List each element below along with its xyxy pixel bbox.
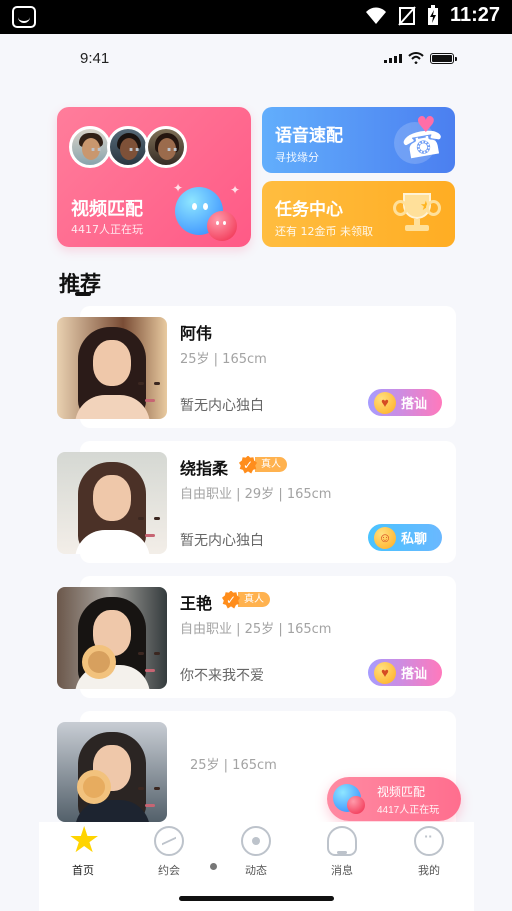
profile-photo[interactable]	[57, 587, 167, 689]
profile-name[interactable]: 王艳	[180, 590, 212, 614]
scroll-dot	[210, 863, 217, 870]
profile-bio: 暂无内心独白	[180, 398, 264, 414]
sparkle-icon: ✦	[173, 181, 184, 195]
floating-match-title: 视频匹配	[377, 785, 426, 799]
kiss-emoji-icon: ♥	[374, 391, 396, 414]
video-match-card[interactable]: 视频匹配 4417人正在玩 ✦ ✦	[57, 107, 251, 247]
tab-moments-label: 动态	[245, 864, 267, 877]
private-chat-button[interactable]: ☺ 私聊	[368, 524, 442, 551]
video-match-subtitle: 4417人正在玩	[71, 223, 143, 236]
task-center-title: 任务中心	[275, 200, 343, 220]
task-center-subtitle: 还有 12金币 未领取	[275, 225, 373, 238]
private-chat-label: 私聊	[401, 531, 428, 546]
star-home-icon: ★	[68, 820, 101, 861]
android-status-bar: 11:27	[0, 0, 512, 34]
profile-meta: 自由职业 | 29岁 | 165cm	[180, 487, 332, 502]
greet-button-label: 搭讪	[401, 666, 428, 681]
android-status-icons: 11:27	[364, 4, 500, 27]
ios-status-icons	[384, 52, 457, 64]
trophy-icon: ★	[393, 193, 441, 231]
verified-label: 真人	[238, 592, 270, 607]
home-indicator[interactable]	[179, 896, 334, 901]
profile-name[interactable]: 阿伟	[180, 320, 212, 344]
profile-bio: 暂无内心独白	[180, 533, 264, 549]
profile-photo[interactable]	[57, 317, 167, 419]
greet-button[interactable]: ♥ 搭讪	[368, 659, 442, 686]
tab-profile[interactable]: 我的	[394, 826, 464, 880]
kiss-emoji-icon: ♥	[374, 661, 396, 684]
profile-name[interactable]: 绕指柔	[180, 455, 228, 479]
sparkle-icon: ✦	[230, 183, 241, 197]
tab-messages-label: 消息	[331, 864, 353, 877]
profile-bio: 你不来我不爱	[180, 668, 264, 684]
profile-meta: 25岁 | 165cm	[180, 352, 267, 367]
floating-match-subtitle: 4417人正在玩	[377, 805, 440, 816]
tab-messages[interactable]: 消息	[307, 826, 377, 880]
greet-button-label: 搭讪	[401, 396, 428, 411]
ios-status-bar: 9:41	[0, 34, 512, 84]
voice-match-card[interactable]: 语音速配 寻找缘分 ♥	[262, 107, 455, 173]
bell-icon	[327, 826, 357, 856]
wifi-icon	[365, 7, 386, 24]
active-user-avatars	[69, 126, 187, 168]
smile-emoji-icon: ☺	[374, 526, 396, 549]
ios-wifi-icon	[408, 52, 424, 64]
tab-dating-label: 约会	[158, 864, 180, 877]
profile-photo[interactable]	[57, 722, 167, 822]
task-center-card[interactable]: 任务中心 还有 12金币 未领取 ★	[262, 181, 455, 247]
tab-home-label: 首页	[72, 864, 94, 877]
avatar	[69, 126, 111, 168]
profile-meta: 自由职业 | 25岁 | 165cm	[180, 622, 332, 637]
profile-meta: 25岁 | 165cm	[190, 758, 277, 773]
verified-label: 真人	[255, 457, 287, 472]
food-icon	[77, 770, 111, 804]
voice-match-title: 语音速配	[275, 126, 343, 146]
verified-badge: ✓ 真人	[222, 590, 270, 609]
tab-dating[interactable]: 约会	[134, 826, 204, 880]
battery-charging-icon	[427, 4, 438, 25]
donut-icon	[82, 645, 116, 679]
tab-profile-label: 我的	[418, 864, 440, 877]
ios-battery-icon	[430, 52, 457, 64]
tab-home[interactable]: ★ 首页	[48, 820, 118, 880]
section-title-underline	[75, 292, 91, 296]
avatar	[107, 126, 149, 168]
profile-photo[interactable]	[57, 452, 167, 554]
no-sim-icon	[398, 5, 416, 26]
red-mascot-icon	[347, 796, 365, 814]
verified-badge: ✓ 真人	[239, 455, 287, 474]
eye-circle-icon	[241, 826, 271, 856]
ios-time: 9:41	[80, 50, 110, 67]
video-match-title: 视频匹配	[71, 199, 143, 220]
heart-pulse-icon	[154, 826, 184, 856]
android-time: 11:27	[449, 4, 500, 26]
floating-video-match-button[interactable]: 视频匹配 4417人正在玩	[327, 777, 461, 821]
profile-face-icon	[414, 826, 444, 856]
dating-home-screen: 9:41 视频匹配 4417人正在玩 ✦ ✦ 语音速配 寻找缘分 ♥ 任务中心 …	[0, 34, 512, 911]
avatar	[145, 126, 187, 168]
shopping-bag-icon	[12, 6, 36, 28]
red-mascot-icon	[207, 211, 237, 241]
tab-moments[interactable]: 动态	[221, 826, 291, 880]
greet-button[interactable]: ♥ 搭讪	[368, 389, 442, 416]
voice-match-subtitle: 寻找缘分	[275, 151, 319, 164]
signal-icon	[384, 53, 402, 63]
heart-icon: ♥	[416, 113, 436, 138]
